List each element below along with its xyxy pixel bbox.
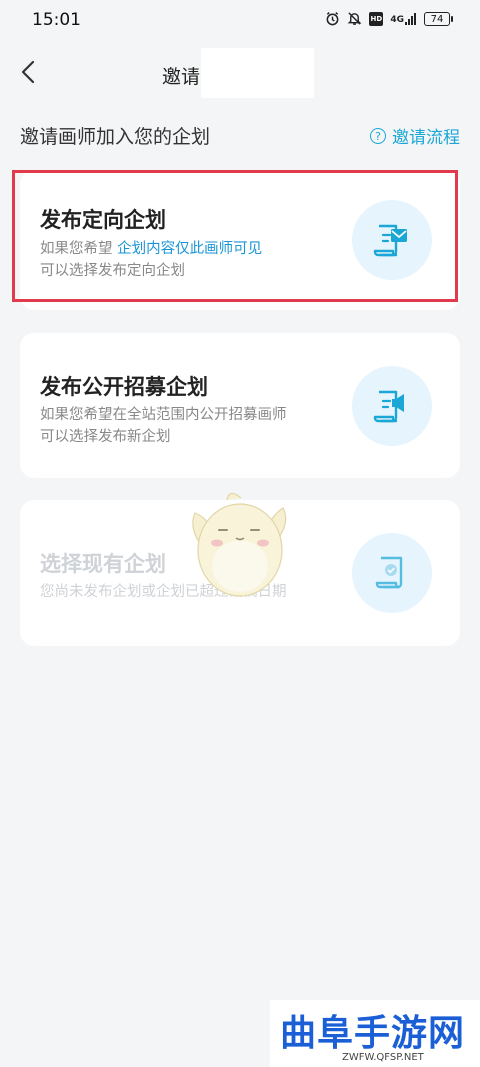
status-time: 15:01 [32, 10, 81, 30]
invite-process-link[interactable]: ? 邀请流程 [370, 123, 460, 148]
card-desc-line2: 可以选择发布新企划 [40, 429, 171, 445]
alarm-icon [326, 12, 339, 26]
watermark-text: 曲阜手游网 [280, 1012, 466, 1054]
battery-icon: 74 [424, 11, 453, 26]
invite-process-label: 邀请流程 [392, 128, 460, 148]
card-desc: 如果您希望在全站范围内公开招募画师 可以选择发布新企划 [40, 404, 287, 448]
nav-bar: 邀请 [0, 48, 480, 98]
section-header: 邀请画师加入您的企划 ? 邀请流程 [20, 122, 460, 150]
megaphone-document-icon [352, 366, 432, 446]
card-desc-line1: 如果您希望在全站范围内公开招募画师 [40, 407, 287, 423]
section-title: 邀请画师加入您的企划 [20, 126, 211, 148]
back-button[interactable] [14, 56, 44, 88]
watermark: 曲阜手游网 ZWFW.QFSP.NET [270, 1000, 480, 1067]
card-title: 选择现有企划 [40, 552, 166, 576]
chevron-left-icon [21, 60, 35, 84]
public-recruit-card[interactable]: 发布公开招募企划 如果您希望在全站范围内公开招募画师 可以选择发布新企划 [20, 333, 460, 478]
check-document-icon [352, 533, 432, 613]
question-circle-icon: ? [370, 127, 386, 144]
page-title: 邀请 [162, 66, 201, 88]
mascot-illustration [183, 488, 293, 608]
watermark-url: ZWFW.QFSP.NET [342, 1052, 424, 1063]
card-title: 发布公开招募企划 [40, 375, 208, 399]
hd-icon: HD [369, 11, 384, 26]
bell-off-icon [347, 12, 362, 25]
signal-icon: 4G [390, 12, 417, 25]
network-type: 4G [390, 14, 404, 25]
status-icons: HD 4G 74 [325, 11, 453, 26]
redacted-name-block [201, 48, 314, 98]
highlight-annotation [12, 170, 458, 302]
status-bar: 15:01 HD 4G 74 [0, 0, 480, 42]
